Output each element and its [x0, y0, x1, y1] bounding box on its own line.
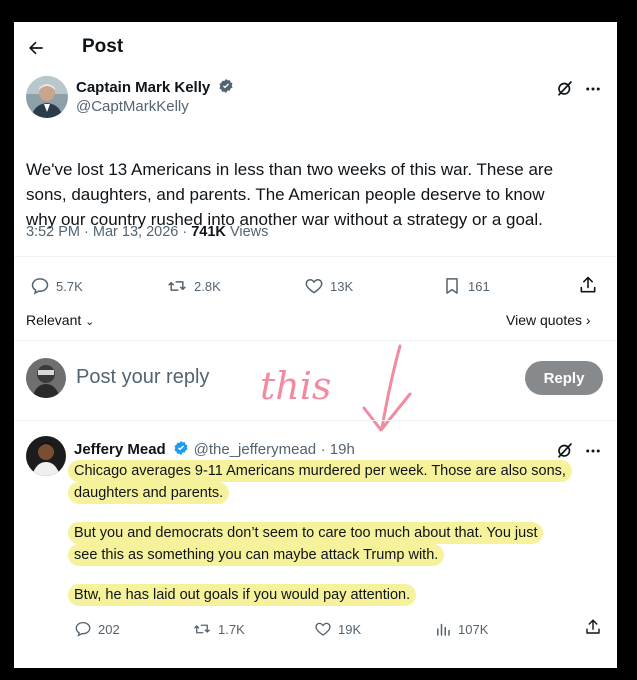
reply-time[interactable]: 19h	[330, 441, 355, 458]
chevron-down-icon: ⌄	[85, 316, 95, 328]
sort-dropdown[interactable]: Relevant ⌄	[26, 312, 94, 328]
back-arrow-icon[interactable]	[26, 38, 46, 58]
reply-icon	[75, 621, 91, 637]
highlighted-text: Btw, he has laid out goals if you would …	[70, 586, 415, 604]
share-action[interactable]	[578, 275, 598, 295]
analytics-icon	[437, 623, 450, 636]
grok-icon[interactable]	[556, 441, 574, 459]
reply-text: Chicago averages 9-11 Americans murdered…	[70, 460, 610, 624]
verified-badge-icon	[173, 440, 189, 456]
sort-label: Relevant	[26, 312, 82, 328]
meta-separator: ·	[84, 224, 93, 240]
reply-action[interactable]: 5.7K	[30, 276, 83, 296]
avatar[interactable]	[26, 76, 68, 118]
reply-author-name[interactable]: Jeffery Mead	[74, 441, 166, 458]
author-name-row: Captain Mark Kelly	[76, 78, 234, 97]
reply-reply-action[interactable]: 202	[74, 620, 120, 638]
composer-avatar[interactable]	[26, 358, 66, 398]
more-options-icon[interactable]	[584, 80, 602, 98]
reply-button[interactable]: Reply	[525, 361, 603, 395]
post-text-line: sons, daughters, and parents. The Americ…	[26, 185, 545, 204]
annotation-text: this	[260, 364, 332, 408]
views-count: 741K	[191, 224, 226, 240]
highlighted-text: daughters and parents.	[70, 484, 228, 502]
repost-icon	[168, 281, 186, 291]
bookmark-action[interactable]: 161	[442, 276, 490, 296]
reply-paragraph: Chicago averages 9-11 Americans murdered…	[70, 460, 610, 504]
heart-icon	[315, 622, 331, 636]
reply-count: 5.7K	[56, 278, 83, 294]
author-name[interactable]: Captain Mark Kelly	[76, 79, 210, 96]
like-count: 13K	[330, 278, 354, 294]
views-count: 107K	[458, 621, 489, 637]
reply-input[interactable]: Post your reply	[76, 366, 209, 389]
reply-like-action[interactable]: 19K	[314, 620, 361, 638]
reply-views-action[interactable]: 107K	[434, 620, 488, 638]
reply-paragraph: Btw, he has laid out goals if you would …	[70, 584, 610, 606]
share-icon	[586, 619, 600, 634]
bookmark-icon	[446, 278, 458, 294]
reply-author-row: Jeffery Mead @the_jefferymead · 19h	[74, 440, 355, 459]
repost-count: 2.8K	[194, 278, 221, 294]
post-date[interactable]: Mar 13, 2026	[93, 224, 178, 240]
meta-separator: ·	[320, 441, 330, 458]
divider	[14, 420, 617, 421]
reply-author-handle[interactable]: @the_jefferymead	[194, 441, 317, 458]
heart-icon	[305, 278, 323, 294]
reply-paragraph: But you and democrats don’t seem to care…	[70, 522, 610, 566]
like-action[interactable]: 13K	[304, 276, 353, 296]
chevron-right-icon: ›	[585, 312, 591, 328]
more-options-icon[interactable]	[584, 442, 602, 460]
post-text-line: We've lost 13 Americans in less than two…	[26, 160, 554, 179]
highlighted-text: But you and democrats don’t seem to care…	[70, 524, 542, 542]
post-meta: 3:52 PM · Mar 13, 2026 · 741K Views	[26, 224, 268, 240]
reply-author-avatar[interactable]	[26, 436, 66, 476]
reply-share-action[interactable]	[584, 618, 602, 636]
repost-icon	[194, 624, 210, 634]
author-handle[interactable]: @CaptMarkKelly	[76, 98, 189, 115]
reply-repost-action[interactable]: 1.7K	[192, 620, 245, 638]
grok-icon[interactable]	[556, 79, 574, 97]
divider	[14, 256, 617, 257]
reply-icon	[31, 278, 49, 295]
post-time[interactable]: 3:52 PM	[26, 224, 80, 240]
views-label: Views	[229, 224, 269, 240]
view-quotes-link[interactable]: View quotes ›	[506, 312, 591, 328]
view-quotes-label: View quotes	[506, 312, 583, 328]
highlighted-text: see this as something you can maybe atta…	[70, 546, 443, 564]
share-icon	[580, 276, 596, 293]
highlighted-text: Chicago averages 9-11 Americans murdered…	[70, 462, 570, 480]
reply-count: 202	[98, 621, 120, 637]
post-text: We've lost 13 Americans in less than two…	[26, 157, 606, 232]
verified-badge-icon	[218, 78, 234, 94]
like-count: 19K	[338, 621, 362, 637]
meta-separator: ·	[182, 224, 192, 240]
repost-action[interactable]: 2.8K	[166, 276, 221, 296]
post-panel: Post Captain Mark Kelly @CaptMarkKelly W…	[14, 22, 617, 668]
page-title: Post	[82, 36, 124, 57]
repost-count: 1.7K	[218, 621, 245, 637]
divider	[14, 340, 617, 341]
bookmark-count: 161	[468, 278, 490, 294]
